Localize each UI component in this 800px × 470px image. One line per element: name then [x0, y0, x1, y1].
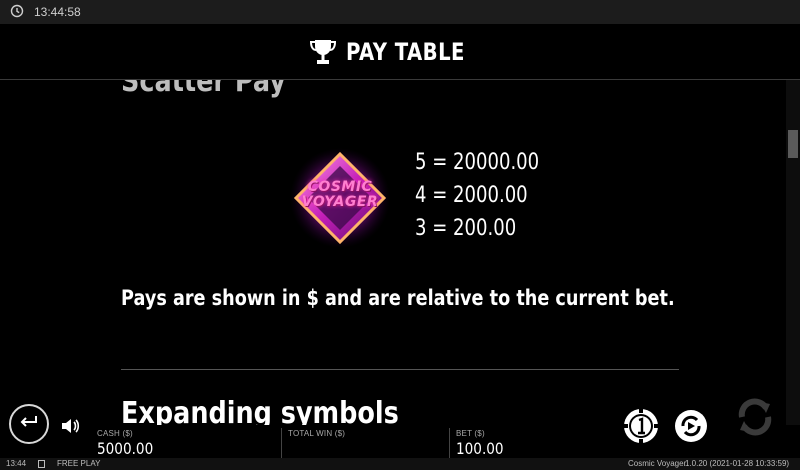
scrollbar-thumb[interactable] [788, 130, 798, 158]
clock-icon [10, 4, 26, 20]
footer-time: 13:44 [6, 459, 27, 468]
section-divider [121, 369, 679, 370]
footer-version: 1.0.20 (2021-01-28 10:33:59) [685, 459, 790, 468]
footer-bar: 13:44 FREE PLAY Cosmic Voyager 1.0.20 (2… [0, 458, 800, 470]
cash-label: CASH ($) [97, 429, 133, 438]
cash-display: CASH ($) 5000.00 [97, 429, 163, 458]
pay-row: 5 = 20000.00 [415, 150, 540, 175]
page-title: PAY TABLE [345, 37, 465, 66]
bet-display: BET ($) 100.00 [456, 429, 512, 458]
expanding-symbols-heading: Expanding symbols [121, 396, 399, 425]
spin-button[interactable] [730, 392, 780, 442]
divider [281, 428, 282, 458]
spin-icon [738, 398, 772, 436]
cash-value: 5000.00 [97, 439, 154, 458]
scatter-pays-list: 5 = 20000.00 4 = 2000.00 3 = 200.00 [415, 146, 566, 245]
status-bar: 13:44:58 [0, 0, 800, 24]
bet-value: 100.00 [456, 439, 504, 458]
pay-row: 4 = 2000.00 [415, 183, 528, 208]
pays-note: Pays are shown in $ and are relative to … [121, 286, 675, 310]
paytable-content[interactable]: Scatter Pay COSMIC VOYAGER 5 = 20000.00 … [0, 80, 800, 425]
status-time: 13:44:58 [34, 5, 81, 19]
bet-chip-button[interactable] [623, 408, 659, 444]
page-header: PAY TABLE [0, 24, 800, 80]
trophy-icon [309, 37, 336, 67]
scatter-pay-heading: Scatter Pay [121, 80, 286, 99]
cosmic-voyager-scatter-symbol: COSMIC VOYAGER [288, 146, 392, 250]
return-arrow-icon [18, 414, 40, 435]
speaker-icon[interactable] [60, 417, 80, 435]
pay-row: 3 = 200.00 [415, 216, 517, 241]
back-button[interactable] [9, 404, 49, 444]
divider [449, 428, 450, 458]
chip-icon [624, 409, 658, 443]
footer-game-name: Cosmic Voyager [628, 459, 687, 468]
total-win-label: TOTAL WIN ($) [288, 429, 346, 438]
footer-mode: FREE PLAY [57, 459, 101, 468]
symbol-logo-text: COSMIC VOYAGER [301, 179, 379, 210]
autoplay-icon [675, 410, 707, 442]
total-win-display: TOTAL WIN ($) [288, 429, 345, 439]
autoplay-button[interactable] [673, 408, 709, 444]
scrollbar[interactable] [786, 80, 800, 425]
game-icon [38, 460, 45, 468]
bet-label: BET ($) [456, 429, 485, 438]
